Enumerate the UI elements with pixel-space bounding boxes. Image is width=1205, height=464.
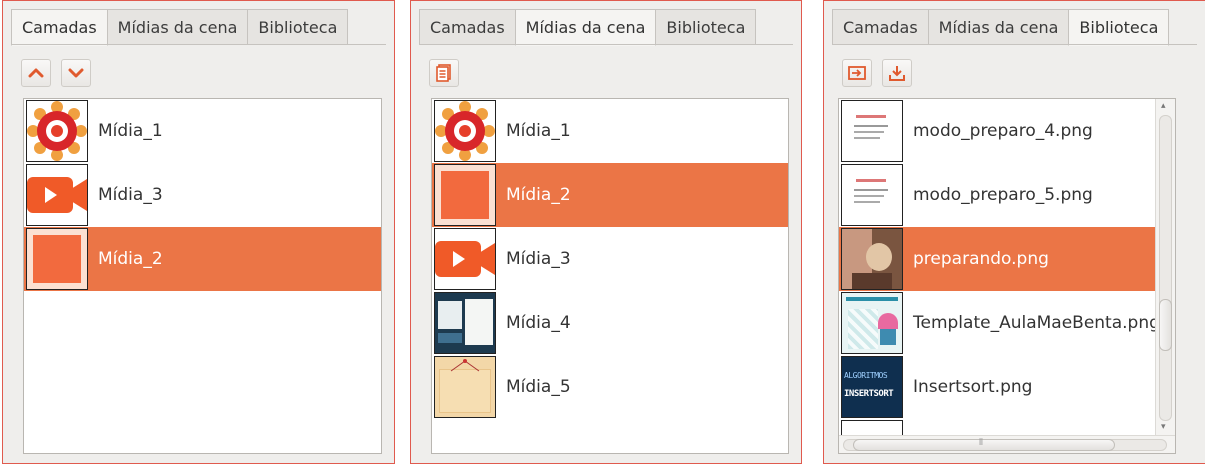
vertical-scrollbar[interactable]: ▴ ▾ — [1155, 99, 1175, 437]
mandala-thumbnail — [26, 100, 88, 162]
media-toolbar — [429, 59, 459, 87]
orange-square-thumbnail — [434, 164, 496, 226]
tab-camadas[interactable]: Camadas — [11, 9, 108, 46]
paper-thumbnail — [434, 356, 496, 418]
chevron-down-icon — [68, 67, 84, 79]
list-item[interactable]: Mídia_1 — [24, 99, 381, 163]
scroll-thumb[interactable] — [1159, 299, 1172, 351]
biblioteca-panel: Camadas Mídias da cena Biblioteca modo_p… — [823, 0, 1205, 464]
tab-divider — [11, 44, 386, 45]
list-item[interactable]: modo_preparo_4.png — [839, 99, 1175, 163]
camadas-panel: Camadas Mídias da cena Biblioteca Mídia_… — [2, 0, 395, 464]
grip-icon: ⦀ — [979, 438, 983, 448]
tab-biblioteca[interactable]: Biblioteca — [247, 9, 349, 45]
scroll-up-icon[interactable]: ▴ — [1161, 101, 1166, 111]
import-button[interactable] — [842, 59, 872, 87]
list-item[interactable]: Mídia_3 — [24, 163, 381, 227]
tab-bar: Camadas Mídias da cena Biblioteca — [419, 9, 757, 46]
item-label: Mídia_3 — [506, 249, 571, 269]
item-label: Mídia_4 — [506, 313, 571, 333]
document-thumbnail — [841, 164, 903, 226]
item-label: Mídia_1 — [506, 121, 571, 141]
list-item[interactable]: Mídia_5 — [432, 355, 788, 419]
list-item[interactable]: ALGORITMOS INSERTSORT Insertsort.png — [839, 355, 1175, 419]
item-label: Mídia_1 — [98, 121, 163, 141]
video-thumbnail — [26, 164, 88, 226]
thumb-text: INSERTSORT — [844, 389, 894, 399]
tab-camadas[interactable]: Camadas — [419, 9, 516, 45]
list-item[interactable]: Mídia_4 — [432, 291, 788, 355]
download-button[interactable] — [882, 59, 912, 87]
item-label: preparando.png — [913, 249, 1049, 269]
library-list: modo_preparo_4.png modo_preparo_5.png pr… — [838, 98, 1176, 454]
horizontal-scrollbar[interactable]: ⦀ — [839, 435, 1175, 453]
import-icon — [848, 65, 866, 81]
tab-divider — [832, 44, 1197, 45]
item-label: Mídia_5 — [506, 377, 571, 397]
scroll-track[interactable] — [1159, 115, 1172, 421]
item-label: Mídia_3 — [98, 185, 163, 205]
list-item[interactable]: Template_AulaMaeBenta.png — [839, 291, 1175, 355]
document-button[interactable] — [429, 59, 459, 87]
midias-da-cena-panel: Camadas Mídias da cena Biblioteca Mídia_… — [410, 0, 802, 464]
list-item[interactable]: Mídia_3 — [432, 227, 788, 291]
item-label: Mídia_2 — [506, 185, 571, 205]
tab-midias-da-cena[interactable]: Mídias da cena — [106, 9, 249, 45]
scroll-down-icon[interactable]: ▾ — [1161, 422, 1166, 432]
tab-bar: Camadas Mídias da cena Biblioteca — [832, 9, 1170, 46]
tab-midias-da-cena[interactable]: Mídias da cena — [514, 9, 657, 46]
list-item[interactable]: modo_preparo_5.png — [839, 163, 1175, 227]
insertsort-thumbnail: ALGORITMOS INSERTSORT — [841, 356, 903, 418]
chevron-up-icon — [28, 67, 44, 79]
mandala-thumbnail — [434, 100, 496, 162]
layer-toolbar — [21, 59, 91, 87]
item-label: Insertsort.png — [913, 377, 1033, 397]
item-label: modo_preparo_4.png — [913, 121, 1093, 141]
template-thumbnail — [841, 292, 903, 354]
list-item-selected[interactable]: Mídia_2 — [24, 227, 381, 291]
list-item[interactable]: Mídia_1 — [432, 99, 788, 163]
item-label: Template_AulaMaeBenta.png — [913, 313, 1160, 333]
thumb-text: ALGORITMOS — [844, 371, 888, 380]
tab-bar: Camadas Mídias da cena Biblioteca — [11, 9, 349, 46]
list-item-selected[interactable]: Mídia_2 — [432, 163, 788, 227]
document-icon — [436, 64, 452, 82]
media-list: Mídia_1 Mídia_2 Mídia_3 Mídia_4 Mídia_5 — [431, 98, 789, 454]
video-thumbnail — [434, 228, 496, 290]
item-label: Mídia_2 — [98, 249, 163, 269]
screenshot-thumbnail — [434, 292, 496, 354]
list-item-selected[interactable]: preparando.png — [839, 227, 1175, 291]
tab-camadas[interactable]: Camadas — [832, 9, 929, 45]
item-label: modo_preparo_5.png — [913, 185, 1093, 205]
orange-square-thumbnail — [26, 228, 88, 290]
document-thumbnail — [841, 100, 903, 162]
download-icon — [888, 64, 906, 82]
library-toolbar — [842, 59, 912, 87]
move-down-button[interactable] — [61, 59, 91, 87]
tab-biblioteca[interactable]: Biblioteca — [1068, 9, 1170, 46]
move-up-button[interactable] — [21, 59, 51, 87]
scroll-thumb[interactable] — [853, 439, 1115, 451]
photo-thumbnail — [841, 228, 903, 290]
layer-list: Mídia_1 Mídia_3 Mídia_2 — [23, 98, 382, 454]
tab-divider — [419, 44, 793, 45]
tab-biblioteca[interactable]: Biblioteca — [655, 9, 757, 45]
tab-midias-da-cena[interactable]: Mídias da cena — [927, 9, 1070, 45]
